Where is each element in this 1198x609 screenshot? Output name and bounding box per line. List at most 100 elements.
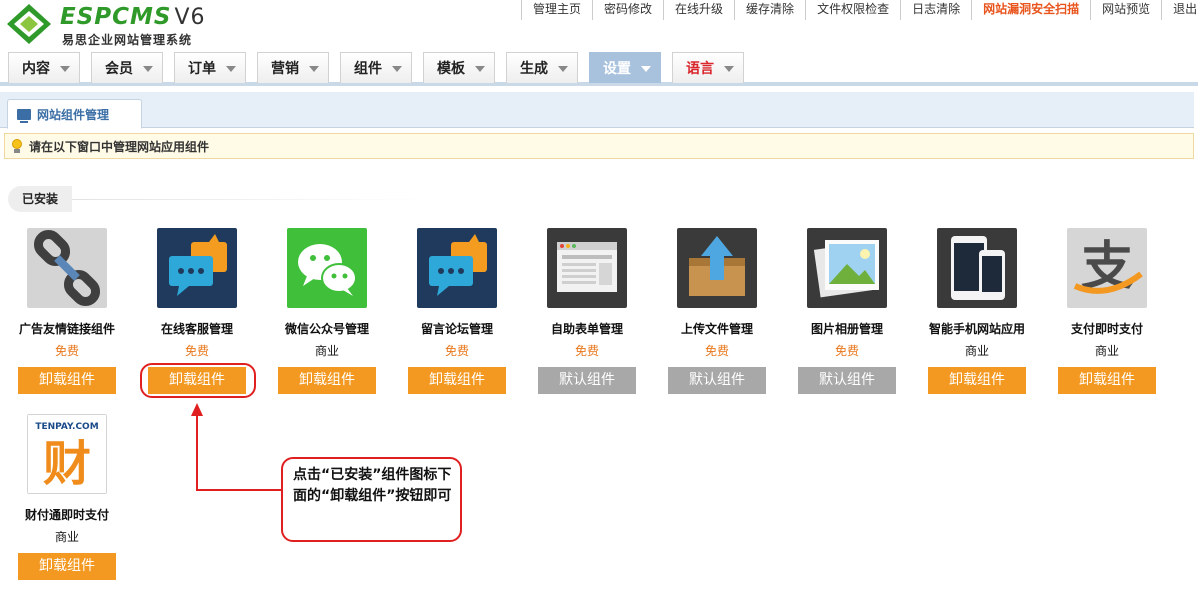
menu-item-label: 设置 xyxy=(603,61,631,77)
chevron-down-icon xyxy=(558,66,568,72)
plugin-card: 智能手机网站应用 商业卸载组件 xyxy=(912,228,1042,398)
section-divider xyxy=(72,199,432,200)
tab-plugin-management[interactable]: 网站组件管理 xyxy=(7,99,142,129)
photo-album-icon[interactable] xyxy=(807,228,887,308)
plugin-name: 财付通即时支付 xyxy=(24,508,109,522)
menu-item-4[interactable]: 组件 xyxy=(340,52,412,83)
uninstall-plugin-button[interactable]: 卸载组件 xyxy=(1058,367,1156,394)
menu-item-label: 营销 xyxy=(271,61,299,77)
default-plugin-button[interactable]: 默认组件 xyxy=(668,367,766,394)
tab-strip: 网站组件管理 xyxy=(0,92,1194,129)
plugin-card: 支 支付即时支付 商业卸载组件 xyxy=(1042,228,1172,398)
svg-text:财: 财 xyxy=(43,436,91,492)
chain-link-icon[interactable] xyxy=(27,228,107,308)
chat-bubbles-icon[interactable] xyxy=(157,228,237,308)
plugin-name: 微信公众号管理 xyxy=(284,322,369,336)
plugin-name: 广告友情链接组件 xyxy=(18,322,115,336)
svg-text:TENPAY.COM: TENPAY.COM xyxy=(35,422,98,432)
plugin-card: 自助表单管理 免费 默认组件 xyxy=(522,228,652,398)
uninstall-plugin-button[interactable]: 卸载组件 xyxy=(18,553,116,580)
top-link-1[interactable]: 密码修改 xyxy=(593,0,665,20)
plugin-price: 免费 xyxy=(704,344,729,358)
menu-item-label: 组件 xyxy=(354,61,382,77)
section-installed: 已安装 xyxy=(8,186,72,212)
logo-brand: ESPCMS V6 xyxy=(60,4,206,30)
top-link-4[interactable]: 文件权限检查 xyxy=(806,0,902,20)
top-link-5[interactable]: 日志清除 xyxy=(901,0,973,20)
menu-item-0[interactable]: 内容 xyxy=(8,52,80,83)
top-link-0[interactable]: 管理主页 xyxy=(522,0,594,20)
tenpay-icon[interactable]: TENPAY.COM 财 xyxy=(27,414,107,494)
default-plugin-button[interactable]: 默认组件 xyxy=(538,367,636,394)
menu-item-6[interactable]: 生成 xyxy=(506,52,578,83)
top-link-2[interactable]: 在线升级 xyxy=(664,0,736,20)
plugin-name: 留言论坛管理 xyxy=(420,322,493,336)
menu-item-5[interactable]: 模板 xyxy=(423,52,495,83)
plugin-card: 广告友情链接组件 免费卸载组件 xyxy=(2,228,132,398)
menu-item-label: 生成 xyxy=(520,61,548,77)
plugin-card: 图片相册管理 免费 默认组件 xyxy=(782,228,912,398)
plugin-name: 图片相册管理 xyxy=(810,322,883,336)
top-links: 管理主页 密码修改 在线升级 缓存清除 文件权限检查 日志清除 网站漏洞安全扫描 网站预览 退出 xyxy=(521,0,1198,20)
plugin-price: 商业 xyxy=(54,530,79,544)
top-link-7[interactable]: 网站预览 xyxy=(1091,0,1163,20)
uninstall-plugin-button[interactable]: 卸载组件 xyxy=(278,367,376,394)
top-link-8[interactable]: 退出 xyxy=(1162,0,1198,20)
menu-item-7[interactable]: 设置 xyxy=(589,52,661,83)
menu-item-label: 内容 xyxy=(22,61,50,77)
plugin-card: 留言论坛管理 免费卸载组件 xyxy=(392,228,522,398)
chevron-down-icon xyxy=(226,66,236,72)
tab-label: 网站组件管理 xyxy=(37,107,110,122)
default-plugin-button[interactable]: 默认组件 xyxy=(798,367,896,394)
menu-item-8[interactable]: 语言 xyxy=(672,52,744,83)
plugin-price: 免费 xyxy=(54,344,79,358)
plugin-name: 在线客服管理 xyxy=(160,322,233,336)
notice-bar: 请在以下窗口中管理网站应用组件 xyxy=(4,133,1194,159)
plugin-card: 微信公众号管理 商业卸载组件 xyxy=(262,228,392,398)
top-link-6[interactable]: 网站漏洞安全扫描 xyxy=(972,0,1092,20)
plugin-card: 上传文件管理 免费默认组件 xyxy=(652,228,782,398)
uninstall-plugin-button[interactable]: 卸载组件 xyxy=(408,367,506,394)
annotation-highlight xyxy=(140,363,256,398)
chat-bubbles-icon[interactable] xyxy=(417,228,497,308)
plugin-name: 智能手机网站应用 xyxy=(928,322,1025,336)
chevron-down-icon xyxy=(309,66,319,72)
monitor-icon xyxy=(17,108,31,123)
chevron-down-icon xyxy=(60,66,70,72)
menu-item-label: 语言 xyxy=(686,61,714,77)
menu-item-3[interactable]: 营销 xyxy=(257,52,329,83)
annotation-callout: 点击“已安装”组件图标下面的“卸载组件”按钮即可 xyxy=(281,457,462,542)
plugin-price: 商业 xyxy=(964,344,989,358)
plugin-price: 商业 xyxy=(314,344,339,358)
plugin-name: 自助表单管理 xyxy=(550,322,623,336)
logo-mark-icon xyxy=(7,4,51,44)
chevron-down-icon xyxy=(724,66,734,72)
plugin-price: 免费 xyxy=(444,344,469,358)
wechat-icon[interactable] xyxy=(287,228,367,308)
top-link-3[interactable]: 缓存清除 xyxy=(735,0,807,20)
menu-item-label: 会员 xyxy=(105,61,133,77)
alipay-icon[interactable]: 支 xyxy=(1067,228,1147,308)
menu-item-label: 订单 xyxy=(188,61,216,77)
chevron-down-icon xyxy=(641,66,651,72)
chevron-down-icon xyxy=(143,66,153,72)
logo-subtitle: 易思企业网站管理系统 xyxy=(62,33,193,47)
main-menu: 内容 会员 订单 营销 组件 模板 生成 设置 语言 xyxy=(0,50,1198,86)
browser-form-icon[interactable] xyxy=(547,228,627,308)
plugin-price: 免费 xyxy=(184,344,209,358)
chevron-down-icon xyxy=(475,66,485,72)
plugin-name: 上传文件管理 xyxy=(680,322,753,336)
menu-item-1[interactable]: 会员 xyxy=(91,52,163,83)
upload-box-icon[interactable] xyxy=(677,228,757,308)
page: ESPCMS V6 易思企业网站管理系统 管理主页 密码修改 在线升级 缓存清除 文件权限… xyxy=(0,0,1198,609)
logo[interactable]: ESPCMS V6 易思企业网站管理系统 xyxy=(4,2,224,47)
uninstall-plugin-button[interactable]: 卸载组件 xyxy=(928,367,1026,394)
menu-item-2[interactable]: 订单 xyxy=(174,52,246,83)
uninstall-plugin-button[interactable]: 卸载组件 xyxy=(18,367,116,394)
plugin-name: 支付即时支付 xyxy=(1070,322,1143,336)
menu-item-label: 模板 xyxy=(437,61,465,77)
plugin-price: 商业 xyxy=(1094,344,1119,358)
notice-text: 请在以下窗口中管理网站应用组件 xyxy=(29,139,210,154)
smartphone-icon[interactable] xyxy=(937,228,1017,308)
chevron-down-icon xyxy=(392,66,402,72)
